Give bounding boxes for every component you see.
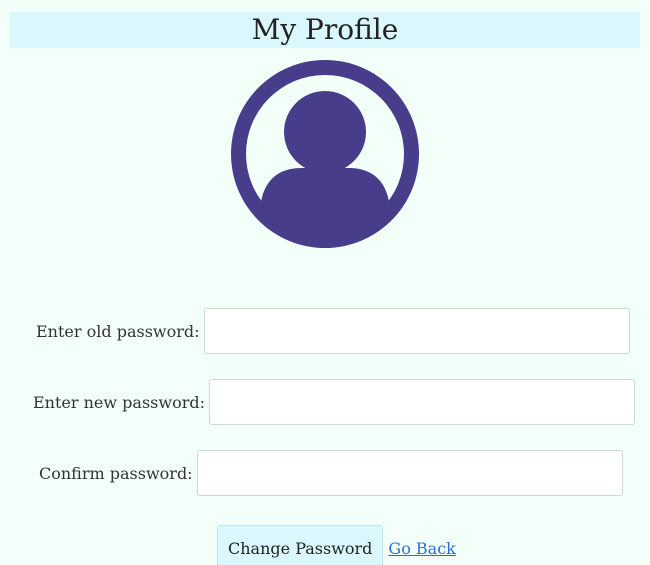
profile-page: My Profile Enter old password: Enter new… xyxy=(0,0,650,565)
confirm-password-label: Confirm password: xyxy=(39,463,193,483)
new-password-label: Enter new password: xyxy=(33,392,205,412)
confirm-password-field[interactable] xyxy=(196,450,623,496)
page-header: My Profile xyxy=(10,12,640,48)
new-password-field[interactable] xyxy=(208,379,635,425)
avatar xyxy=(231,60,419,248)
old-password-field[interactable] xyxy=(203,308,630,354)
user-profile-icon xyxy=(231,60,419,248)
change-password-button[interactable]: Change Password xyxy=(217,525,384,565)
form-actions: Change Password Go Back xyxy=(217,525,456,565)
new-password-row: Enter new password: xyxy=(33,379,635,425)
go-back-link[interactable]: Go Back xyxy=(388,539,455,558)
old-password-row: Enter old password: xyxy=(36,308,630,354)
old-password-label: Enter old password: xyxy=(36,321,200,341)
page-title: My Profile xyxy=(251,13,399,46)
confirm-password-row: Confirm password: xyxy=(39,450,623,496)
